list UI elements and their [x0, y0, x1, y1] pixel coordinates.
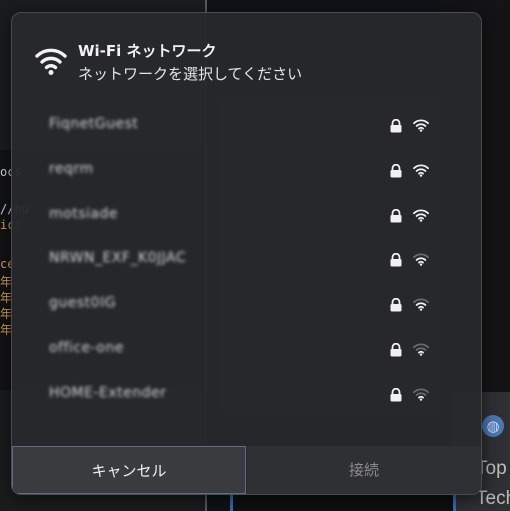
lock-icon: [390, 298, 402, 312]
network-name: FiqnetGuest: [49, 116, 139, 132]
lock-icon: [390, 343, 402, 357]
network-row[interactable]: guest0IG: [35, 282, 435, 326]
wifi-signal-icon: [413, 343, 429, 356]
wifi-signal-icon: [413, 253, 429, 267]
network-name: HOME-Extender: [49, 384, 167, 401]
wifi-signal-icon: [413, 119, 429, 132]
wifi-signal-icon: [413, 388, 429, 401]
network-row[interactable]: reqrm: [35, 148, 435, 192]
network-list: FiqnetGuest reqrm motsiade NRWN_EXF_K0JJACg…: [35, 103, 435, 443]
network-row[interactable]: NRWN_EXF_K0JJAC: [35, 237, 435, 281]
lock-icon: [390, 253, 402, 267]
network-row[interactable]: office-one: [35, 327, 435, 371]
lock-icon: [390, 387, 402, 402]
wifi-icon: [35, 48, 67, 75]
connect-button[interactable]: 接続: [247, 446, 481, 494]
network-row[interactable]: motsiade: [35, 193, 435, 237]
network-name: NRWN_EXF_K0JJAC: [49, 250, 187, 267]
cancel-button[interactable]: キャンセル: [12, 446, 246, 494]
network-row[interactable]: HOME-Extender: [35, 372, 435, 416]
lock-icon: [390, 119, 402, 133]
dialog-header: Wi-Fi ネットワーク ネットワークを選択してください: [12, 13, 481, 93]
network-row[interactable]: FiqnetGuest: [35, 103, 435, 147]
wifi-signal-icon: [413, 209, 429, 222]
background-text: Tech: [476, 488, 510, 509]
network-name: office-one: [49, 340, 124, 356]
dialog-subtitle: ネットワークを選択してください: [78, 65, 303, 83]
wifi-signal-icon: [413, 164, 429, 177]
dialog-footer: キャンセル 接続: [12, 446, 481, 494]
lock-icon: [390, 208, 402, 223]
dialog-title: Wi-Fi ネットワーク: [78, 42, 217, 60]
globe-icon: ◍: [482, 415, 504, 437]
network-name: guest0IG: [49, 295, 117, 312]
network-name: reqrm: [49, 160, 94, 177]
network-name: motsiade: [49, 205, 118, 222]
lock-icon: [390, 163, 402, 178]
wifi-network-dialog: Wi-Fi ネットワーク ネットワークを選択してください FiqnetGuest…: [11, 12, 482, 495]
wifi-signal-icon: [413, 298, 429, 311]
